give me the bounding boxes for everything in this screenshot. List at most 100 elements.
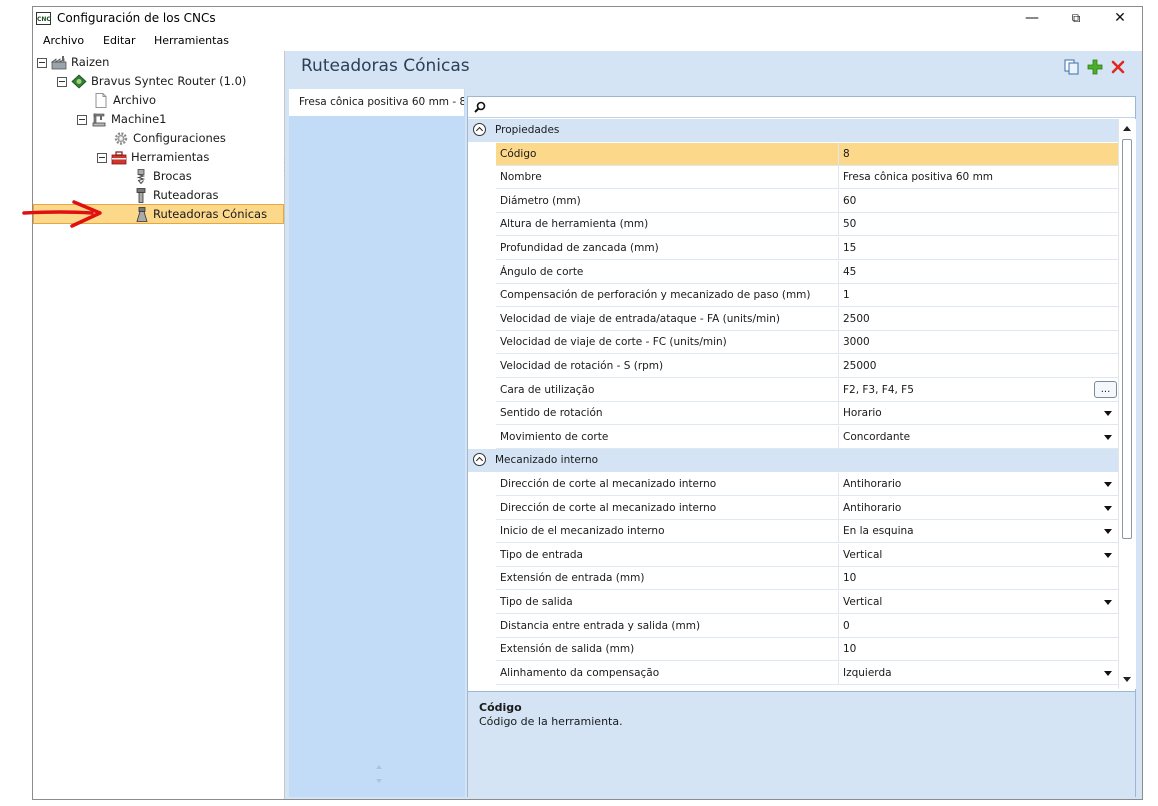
property-value[interactable]: Vertical: [838, 591, 1118, 613]
scroll-down-icon[interactable]: [1123, 677, 1131, 682]
dropdown-arrow-icon[interactable]: [1104, 482, 1112, 487]
property-value-text: Concordante: [843, 430, 911, 443]
property-value[interactable]: 0: [838, 614, 1118, 637]
copy-icon[interactable]: [1064, 59, 1080, 75]
property-value[interactable]: 45: [838, 260, 1118, 283]
collapse-category-icon[interactable]: [473, 453, 486, 467]
menu-editar[interactable]: Editar: [103, 34, 136, 47]
property-value[interactable]: 50: [838, 213, 1118, 236]
property-value[interactable]: Fresa cônica positiva 60 mm: [838, 166, 1118, 189]
property-row[interactable]: Sentido de rotación Horario: [496, 402, 1118, 426]
property-row[interactable]: Tipo de entrada Vertical: [496, 543, 1118, 567]
scroll-up-icon[interactable]: [1123, 126, 1131, 131]
dropdown-arrow-icon[interactable]: [1104, 434, 1112, 440]
minimize-button[interactable]: —: [1009, 7, 1055, 31]
tree-node-brocas[interactable]: Brocas: [131, 167, 277, 186]
property-value[interactable]: Antihorario: [838, 496, 1118, 519]
tree-node-bravus-router[interactable]: Bravus Syntec Router (1.0): [57, 72, 277, 91]
property-name: Ángulo de corte: [500, 265, 584, 278]
property-value[interactable]: Izquierda: [838, 661, 1118, 684]
property-row[interactable]: Profundidad de zancada (mm) 15: [496, 237, 1118, 260]
property-value[interactable]: Concordante: [838, 425, 1118, 448]
tree-node-configuraciones[interactable]: Configuraciones: [111, 129, 277, 148]
collapse-toggle[interactable]: [97, 153, 107, 163]
property-row[interactable]: Movimiento de corte Concordante: [496, 425, 1118, 449]
scrollbar-thumb[interactable]: [1122, 139, 1132, 539]
tree-label: Ruteadoras: [153, 188, 219, 202]
tool-list: Fresa cônica positiva 60 mm - 8: [289, 89, 465, 797]
property-value[interactable]: 10: [838, 638, 1118, 661]
add-icon[interactable]: [1087, 59, 1103, 75]
property-value[interactable]: Antihorario: [838, 473, 1118, 495]
tree-node-ruteadoras[interactable]: Ruteadoras: [131, 186, 277, 205]
property-value[interactable]: 60: [838, 189, 1118, 212]
property-name: Sentido de rotación: [500, 407, 603, 420]
property-value[interactable]: Vertical: [838, 543, 1118, 566]
tree-node-archivo[interactable]: Archivo: [91, 91, 277, 110]
dropdown-arrow-icon[interactable]: [1104, 411, 1112, 417]
property-row[interactable]: Código 8: [496, 142, 1118, 166]
property-row[interactable]: Compensación de perforación y mecanizado…: [496, 284, 1118, 308]
delete-icon[interactable]: [1110, 59, 1126, 75]
dropdown-arrow-icon[interactable]: [1104, 670, 1112, 676]
list-item[interactable]: Fresa cônica positiva 60 mm - 8: [289, 89, 465, 116]
property-row[interactable]: Dirección de corte al mecanizado interno…: [496, 473, 1118, 496]
property-value[interactable]: 10: [838, 567, 1118, 590]
collapse-toggle[interactable]: [37, 58, 47, 68]
maximize-button[interactable]: ⧉: [1053, 7, 1099, 31]
property-value[interactable]: En la esquina: [838, 520, 1118, 543]
dropdown-arrow-icon[interactable]: [1104, 505, 1112, 511]
tree-node-machine1[interactable]: Machine1: [77, 110, 277, 129]
tree-label: Machine1: [111, 112, 167, 126]
category-label: Propiedades: [495, 124, 560, 136]
category-row[interactable]: Mecanizado interno: [468, 449, 1118, 473]
property-value[interactable]: Horario: [838, 402, 1118, 425]
property-value[interactable]: 25000: [838, 355, 1118, 377]
property-name: Velocidad de viaje de entrada/ataque - F…: [500, 312, 780, 325]
menu-herramientas[interactable]: Herramientas: [154, 34, 229, 47]
property-search-bar[interactable]: [468, 97, 1135, 118]
property-row[interactable]: Cara de utilização F2, F3, F4, F5...: [496, 378, 1118, 402]
dropdown-arrow-icon[interactable]: [1104, 529, 1112, 535]
property-row[interactable]: Alinhamento da compensação Izquierda: [496, 661, 1118, 685]
property-value[interactable]: 1: [838, 284, 1118, 307]
property-grid-scrollbar[interactable]: [1118, 119, 1136, 689]
property-row[interactable]: Velocidad de viaje de corte - FC (units/…: [496, 331, 1118, 355]
category-row[interactable]: Propiedades: [468, 119, 1118, 142]
property-row[interactable]: Altura de herramienta (mm) 50: [496, 213, 1118, 237]
ellipsis-button[interactable]: ...: [1094, 380, 1117, 398]
router-bit-icon: [136, 188, 146, 203]
dropdown-arrow-icon[interactable]: [1104, 600, 1112, 605]
description-text: Código de la herramienta.: [479, 715, 623, 728]
property-row[interactable]: Velocidad de rotación - S (rpm) 25000: [496, 355, 1118, 378]
collapse-category-icon[interactable]: [473, 123, 486, 136]
property-row[interactable]: Dirección de corte al mecanizado interno…: [496, 496, 1118, 520]
property-value[interactable]: 15: [838, 237, 1118, 259]
collapse-toggle[interactable]: [57, 77, 67, 87]
property-row[interactable]: Extensión de entrada (mm) 10: [496, 567, 1118, 591]
property-row[interactable]: Ángulo de corte 45: [496, 260, 1118, 284]
property-row[interactable]: Velocidad de viaje de entrada/ataque - F…: [496, 307, 1118, 331]
property-row[interactable]: Distancia entre entrada y salida (mm) 0: [496, 614, 1118, 638]
close-button[interactable]: ✕: [1097, 7, 1143, 31]
property-value[interactable]: F2, F3, F4, F5...: [838, 378, 1118, 401]
property-value[interactable]: 8: [838, 142, 1118, 165]
tree-label: Archivo: [113, 93, 156, 107]
property-name: Velocidad de rotación - S (rpm): [500, 360, 664, 372]
tree-node-herramientas[interactable]: Herramientas: [97, 148, 277, 167]
menu-archivo[interactable]: Archivo: [43, 34, 84, 47]
tree-node-raizen[interactable]: Raizen: [37, 53, 277, 72]
property-grid-rows: Propiedades Código 8 Nombre Fresa cônica pos…: [468, 119, 1118, 689]
property-value[interactable]: 3000: [838, 331, 1118, 354]
collapse-toggle[interactable]: [77, 115, 87, 125]
property-row[interactable]: Nombre Fresa cônica positiva 60 mm: [496, 166, 1118, 190]
property-value[interactable]: 2500: [838, 307, 1118, 330]
property-value-text: 10: [843, 572, 857, 585]
property-row[interactable]: Diámetro (mm) 60: [496, 189, 1118, 213]
property-row[interactable]: Inicio de el mecanizado interno En la esq…: [496, 520, 1118, 544]
list-scroll-icon[interactable]: [375, 763, 383, 785]
dropdown-arrow-icon[interactable]: [1104, 552, 1112, 558]
property-row[interactable]: Extensión de salida (mm) 10: [496, 638, 1118, 662]
property-row[interactable]: Tipo de salida Vertical: [496, 591, 1118, 614]
tree-label: Configuraciones: [133, 131, 226, 145]
